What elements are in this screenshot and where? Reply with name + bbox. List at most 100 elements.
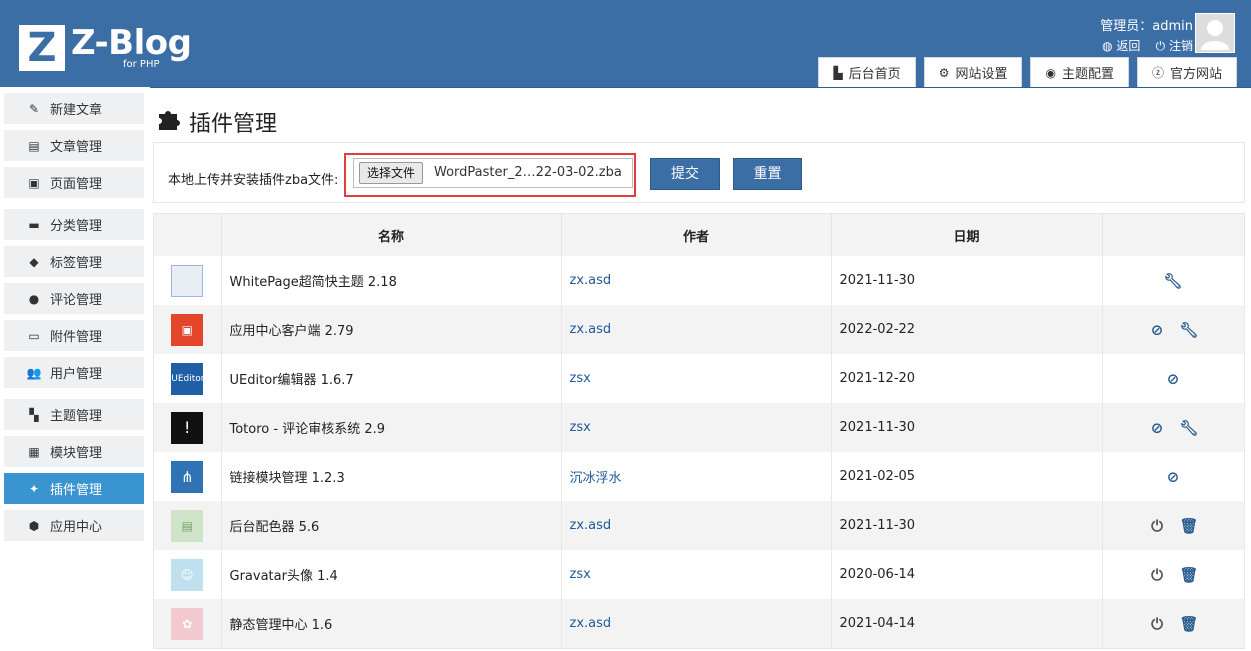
trash-icon[interactable]: 🗑︎ xyxy=(1179,517,1199,535)
edit-icon: ✎ xyxy=(28,101,40,116)
gear-icon: ⚙ xyxy=(938,65,950,80)
sidebar-item-label: 文章管理 xyxy=(50,140,103,155)
submit-button[interactable]: 提交 xyxy=(650,158,720,190)
plugin-author-link[interactable]: zsx xyxy=(561,354,832,403)
col-header-name: 名称 xyxy=(221,214,562,256)
table-row: ✿ 静态管理中心 1.6 zx.asd 2021-04-14 ⏻ 🗑︎ xyxy=(154,599,1245,648)
disable-icon[interactable]: ⊘ xyxy=(1163,370,1183,388)
col-header-icon xyxy=(154,214,222,256)
tab-official-site[interactable]: ⓩ 官方网站 xyxy=(1136,57,1237,87)
puzzle-icon xyxy=(155,104,183,139)
avatar[interactable] xyxy=(1195,13,1235,53)
table-row: UEditor UEditor编辑器 1.6.7 zsx 2021-12-20 … xyxy=(154,354,1245,403)
power-icon[interactable]: ⏻ xyxy=(1147,517,1167,535)
users-icon: 👥 xyxy=(26,365,42,380)
sidebar-item-users[interactable]: 👥 用户管理 xyxy=(4,357,144,388)
sidebar-item-label: 应用中心 xyxy=(50,520,103,535)
sidebar-item-app-center[interactable]: ⬢ 应用中心 xyxy=(4,510,144,541)
sidebar-item-new-article[interactable]: ✎ 新建文章 xyxy=(4,93,144,124)
tab-theme-config[interactable]: ◉ 主题配置 xyxy=(1030,57,1129,87)
attachment-icon: ▭ xyxy=(28,328,40,343)
plugin-author-link[interactable]: 沉冰浮水 xyxy=(561,452,832,501)
plugin-name: UEditor编辑器 1.6.7 xyxy=(221,354,562,403)
folder-icon: ▬ xyxy=(28,217,40,232)
back-label: 返回 xyxy=(1116,39,1141,53)
gravatar-face-icon: ☺ xyxy=(171,558,204,591)
col-header-actions xyxy=(1102,214,1245,256)
plugin-date: 2021-11-30 xyxy=(831,256,1103,305)
sidebar-item-label: 主题管理 xyxy=(50,409,103,424)
plugin-author-link[interactable]: zsx xyxy=(561,550,832,599)
back-link[interactable]: ◍ 返回 xyxy=(1102,39,1140,53)
globe-icon: ◍ xyxy=(1102,39,1113,53)
plugin-date: 2021-11-30 xyxy=(831,501,1103,550)
trash-icon[interactable]: 🗑︎ xyxy=(1179,566,1199,584)
plugin-name: WhitePage超简快主题 2.18 xyxy=(221,256,562,305)
logout-label: 注销 xyxy=(1168,39,1193,53)
tag-icon: ◆ xyxy=(29,254,39,269)
upload-label: 本地上传并安装插件zba文件: xyxy=(168,173,339,188)
app-icon: ⬢ xyxy=(28,518,40,533)
sidebar-item-attachments[interactable]: ▭ 附件管理 xyxy=(4,320,144,351)
user-block: 管理员：admin ◍ 返回 ⏻ 注销 xyxy=(1100,15,1193,54)
logout-link[interactable]: ⏻ 注销 xyxy=(1156,39,1193,53)
logo-text: Z-Blog xyxy=(71,23,192,63)
disable-icon[interactable]: ⊘ xyxy=(1147,321,1167,339)
plugin-thumbnail-icon xyxy=(171,264,204,297)
wrench-icon[interactable]: 🔧︎ xyxy=(1163,272,1183,290)
tab-theme-config-label: 主题配置 xyxy=(1061,67,1114,82)
sidebar-item-label: 页面管理 xyxy=(50,177,103,192)
tab-site-settings[interactable]: ⚙ 网站设置 xyxy=(923,57,1023,87)
wrench-icon[interactable]: 🔧︎ xyxy=(1179,419,1199,437)
power-icon[interactable]: ⏻ xyxy=(1147,566,1167,584)
tab-home-label: 后台首页 xyxy=(848,67,901,82)
plugin-author-link[interactable]: zx.asd xyxy=(561,256,832,305)
sidebar-item-comments[interactable]: ● 评论管理 xyxy=(4,283,144,314)
sidebar-item-label: 模块管理 xyxy=(50,446,103,461)
sidebar-item-plugins[interactable]: ✦ 插件管理 xyxy=(4,473,144,504)
sidebar-item-label: 分类管理 xyxy=(50,219,103,234)
page-title: 插件管理 xyxy=(155,104,277,139)
selected-file-name: WordPaster_2…22-03-02.zba xyxy=(434,165,622,180)
sidebar-item-categories[interactable]: ▬ 分类管理 xyxy=(4,209,144,240)
sidebar-item-tags[interactable]: ◆ 标签管理 xyxy=(4,246,144,277)
plugin-name: 链接模块管理 1.2.3 xyxy=(221,452,562,501)
plugin-date: 2021-12-20 xyxy=(831,354,1103,403)
sidebar-item-label: 评论管理 xyxy=(50,293,103,308)
link-nodes-icon: ⋔ xyxy=(171,460,204,493)
file-input[interactable]: 选择文件 WordPaster_2…22-03-02.zba xyxy=(353,158,633,188)
ueditor-icon: UEditor xyxy=(171,362,204,395)
plugin-date: 2022-02-22 xyxy=(831,305,1103,354)
page-icon: ▣ xyxy=(28,175,40,190)
disable-icon[interactable]: ⊘ xyxy=(1163,468,1183,486)
sidebar-item-pages[interactable]: ▣ 页面管理 xyxy=(4,167,144,198)
sidebar-item-articles[interactable]: ▤ 文章管理 xyxy=(4,130,144,161)
table-row: ! Totoro - 评论审核系统 2.9 zsx 2021-11-30 ⊘ 🔧︎ xyxy=(154,403,1245,452)
plugin-date: 2021-11-30 xyxy=(831,403,1103,452)
table-header-row: 名称 作者 日期 xyxy=(154,214,1245,256)
sidebar-item-label: 标签管理 xyxy=(50,256,103,271)
comment-icon: ● xyxy=(28,291,40,306)
plugin-date: 2020-06-14 xyxy=(831,550,1103,599)
plugin-author-link[interactable]: zx.asd xyxy=(561,305,832,354)
sidebar-item-label: 附件管理 xyxy=(50,330,103,345)
plugin-author-link[interactable]: zx.asd xyxy=(561,599,832,648)
tab-home[interactable]: ▙ 后台首页 xyxy=(818,57,916,87)
table-row: ▤ 后台配色器 5.6 zx.asd 2021-11-30 ⏻ 🗑︎ xyxy=(154,501,1245,550)
trash-icon[interactable]: 🗑︎ xyxy=(1179,615,1199,633)
plugin-author-link[interactable]: zx.asd xyxy=(561,501,832,550)
app-center-icon: ▣ xyxy=(171,313,204,346)
reset-button[interactable]: 重置 xyxy=(733,158,802,190)
disable-icon[interactable]: ⊘ xyxy=(1147,419,1167,437)
sidebar-item-modules[interactable]: ▦ 模块管理 xyxy=(4,436,144,467)
tab-site-settings-label: 网站设置 xyxy=(955,67,1008,82)
col-header-author: 作者 xyxy=(561,214,832,256)
sidebar-item-themes[interactable]: ▚ 主题管理 xyxy=(4,399,144,430)
choose-file-button[interactable]: 选择文件 xyxy=(359,162,424,184)
wrench-icon[interactable]: 🔧︎ xyxy=(1179,321,1199,339)
plugin-author-link[interactable]: zsx xyxy=(561,403,832,452)
power-icon[interactable]: ⏻ xyxy=(1147,615,1167,633)
main-content: 插件管理 本地上传并安装插件zba文件: 选择文件 WordPaster_2…2… xyxy=(150,87,1251,651)
color-scheme-icon: ▤ xyxy=(171,509,204,542)
tab-official-site-label: 官方网站 xyxy=(1169,67,1222,82)
